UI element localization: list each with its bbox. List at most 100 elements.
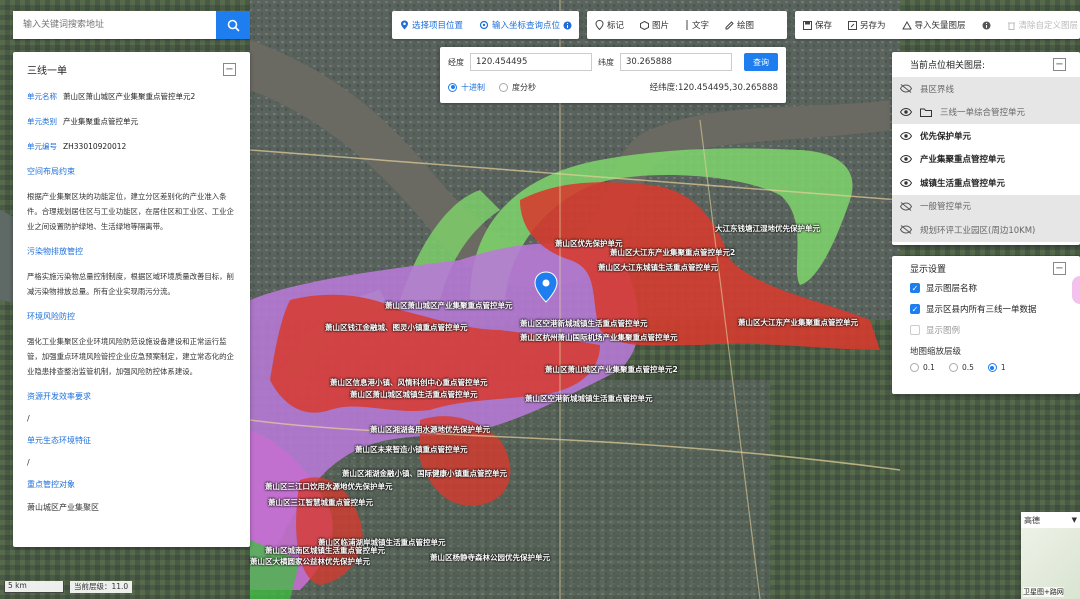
collapse-button[interactable]: − <box>1053 58 1066 71</box>
eye-off-icon[interactable] <box>900 201 914 211</box>
input-coords-label: 输入坐标查询点位 <box>492 21 561 31</box>
map-unit-label: 大江东钱塘江湿地优先保护单元 <box>715 224 820 233</box>
select-location-label: 选择项目位置 <box>412 21 464 31</box>
layer-item[interactable]: 县区界线 <box>892 77 1080 101</box>
image-button[interactable]: 图片 <box>632 19 677 31</box>
layer-label: 三线一单综合管控单元 <box>940 108 1026 119</box>
empty-checkbox-icon <box>910 325 920 335</box>
unit-code-row: 单元编号 ZH33010920012 <box>27 141 236 152</box>
check-icon: ✓ <box>910 283 920 293</box>
eye-icon[interactable] <box>900 155 914 164</box>
image-label: 图片 <box>652 21 670 31</box>
basemap-name: 高德 <box>1024 515 1040 525</box>
crosshair-icon <box>479 20 489 30</box>
zoom-title: 地图缩放层级 <box>910 347 962 357</box>
search-input[interactable] <box>13 11 216 39</box>
search-button[interactable] <box>216 11 250 39</box>
info-circle-icon <box>982 21 991 29</box>
map-unit-label: 萧山区萧山城区产业集聚重点管控单元 <box>385 301 513 310</box>
show-all-units-label: 显示区县内所有三线一单数据 <box>926 305 1037 315</box>
unit-info-panel: 三线一单 − 单元名称 萧山区萧山城区产业集聚重点管控单元2 单元类别 产业集聚重点… <box>13 52 250 547</box>
map-unit-label: 萧山区大横圆家公益林优先保护单元 <box>250 557 370 566</box>
text-label: 文字 <box>692 21 710 31</box>
eye-off-icon[interactable] <box>900 225 914 235</box>
show-layer-names-checkbox[interactable]: ✓ 显示图层名称 <box>910 282 1066 294</box>
basemap-switcher[interactable]: 高德 ▼ 卫星图+路网 <box>1021 512 1080 599</box>
layer-item[interactable]: 优先保护单元 <box>892 124 1080 148</box>
zoom-option[interactable]: 1 <box>987 363 1006 372</box>
marker-icon <box>595 20 604 30</box>
mark-button[interactable]: 标记 <box>587 19 632 31</box>
eye-icon[interactable] <box>900 108 914 117</box>
panel-title: 三线一单 <box>27 66 67 77</box>
draw-button[interactable]: 绘图 <box>717 19 762 31</box>
text-button[interactable]: 文字 <box>677 19 717 31</box>
layer-item[interactable]: 规划环评工业园区(周边10KM) <box>892 218 1080 242</box>
zoom-option-label: 0.5 <box>961 363 974 372</box>
layer-label: 产业集聚重点管控单元 <box>920 155 1006 166</box>
unit-code-key: 单元编号 <box>27 142 57 151</box>
help-button[interactable] <box>974 21 999 30</box>
map-unit-label: 萧山区城南区城镇生活重点管控单元 <box>265 546 385 555</box>
collapse-button[interactable]: − <box>223 63 236 76</box>
show-legend-checkbox[interactable]: 显示图例 <box>910 324 1066 336</box>
lat-label: 纬度 <box>598 57 614 67</box>
eye-icon[interactable] <box>900 178 914 187</box>
select-location-button[interactable]: 选择项目位置 <box>392 19 471 31</box>
current-zoom-level: 当前层级：11.0 <box>70 581 133 593</box>
eco-value: / <box>27 458 30 467</box>
layer-item[interactable]: 城镇生活重点管控单元 <box>892 171 1080 195</box>
map-unit-label: 萧山区大江东城镇生活重点管控单元 <box>598 263 718 272</box>
decimal-radio[interactable] <box>448 82 457 92</box>
eye-off-icon[interactable] <box>900 84 914 94</box>
target-value: 萧山城区产业集聚区 <box>27 503 99 512</box>
upload-icon <box>901 20 912 29</box>
map-unit-label: 萧山区未来智造小镇重点管控单元 <box>355 445 468 454</box>
scale-bar: 5 km <box>4 581 64 593</box>
map-unit-label: 萧山区三江智慧城重点管控单元 <box>268 498 373 507</box>
zoom-option[interactable]: 0.1 <box>910 363 935 372</box>
query-button[interactable]: 查询 <box>744 53 778 71</box>
map-unit-label: 萧山区空港新城城镇生活重点管控单元 <box>525 394 653 403</box>
draw-label: 绘图 <box>737 21 755 31</box>
layer-item[interactable]: 三线一单综合管控单元 <box>892 100 1080 124</box>
basemap-thumb-label: 卫星图+路网 <box>1023 587 1064 597</box>
show-all-units-checkbox[interactable]: ✓ 显示区县内所有三线一单数据 <box>910 303 1066 315</box>
layer-item[interactable]: 一般管控单元 <box>892 194 1080 218</box>
eye-icon[interactable] <box>900 131 914 140</box>
info-icon[interactable] <box>563 21 572 30</box>
map-unit-label: 萧山区空港新城城镇生活重点管控单元 <box>520 319 648 328</box>
folder-icon[interactable] <box>920 108 934 117</box>
radio-icon <box>987 363 997 372</box>
zoom-option[interactable]: 0.5 <box>948 363 974 372</box>
layer-label: 城镇生活重点管控单元 <box>920 178 1006 189</box>
layers-panel: 当前点位相关图层: − 县区界线 三线一单综合管控单元 优先保护单元 产业集聚重点管控… <box>892 52 1080 245</box>
pencil-icon <box>725 20 734 29</box>
spatial-text: 根据产业集聚区块的功能定位，建立分区差别化的产业准入条件。合理规划居住区与工业功… <box>27 192 234 231</box>
show-legend-label: 显示图例 <box>926 326 961 336</box>
lat-input[interactable] <box>620 53 732 71</box>
lng-input[interactable] <box>470 53 592 71</box>
import-vector-button[interactable]: 导入矢量图层 <box>894 19 974 31</box>
search-icon <box>227 19 240 32</box>
side-drawer-handle[interactable] <box>1072 276 1080 304</box>
dms-radio[interactable] <box>499 82 508 92</box>
collapse-button[interactable]: − <box>1053 262 1066 275</box>
coord-result: 经纬度:120.454495,30.265888 <box>649 83 778 93</box>
save-button[interactable]: 保存 <box>795 19 840 31</box>
map-unit-label: 萧山区钱江金融城、图灵小镇重点管控单元 <box>325 323 468 332</box>
zoom-option-label: 1 <box>1000 363 1006 372</box>
save-as-button[interactable]: 另存为 <box>840 19 894 31</box>
pollution-title: 污染物排放管控 <box>27 247 83 256</box>
map-unit-label: 萧山区信息港小镇、风情科创中心重点管控单元 <box>330 378 488 387</box>
clear-custom-button[interactable]: 清除自定义图层 <box>999 19 1080 31</box>
pollution-text: 严格实施污染物总量控制制度，根据区域环境质量改善目标，削减污染物排放总量。所有企… <box>27 272 234 296</box>
search-box <box>13 11 250 39</box>
location-toolbar: 选择项目位置 输入坐标查询点位 <box>392 11 579 39</box>
display-title: 显示设置 <box>910 265 947 275</box>
layer-label: 优先保护单元 <box>920 131 972 142</box>
map-unit-label: 萧山区萧山城区产业集聚重点管控单元2 <box>545 365 678 374</box>
input-coords-button[interactable]: 输入坐标查询点位 <box>471 19 580 31</box>
cube-icon <box>640 20 650 30</box>
layer-item[interactable]: 产业集聚重点管控单元 <box>892 148 1080 172</box>
